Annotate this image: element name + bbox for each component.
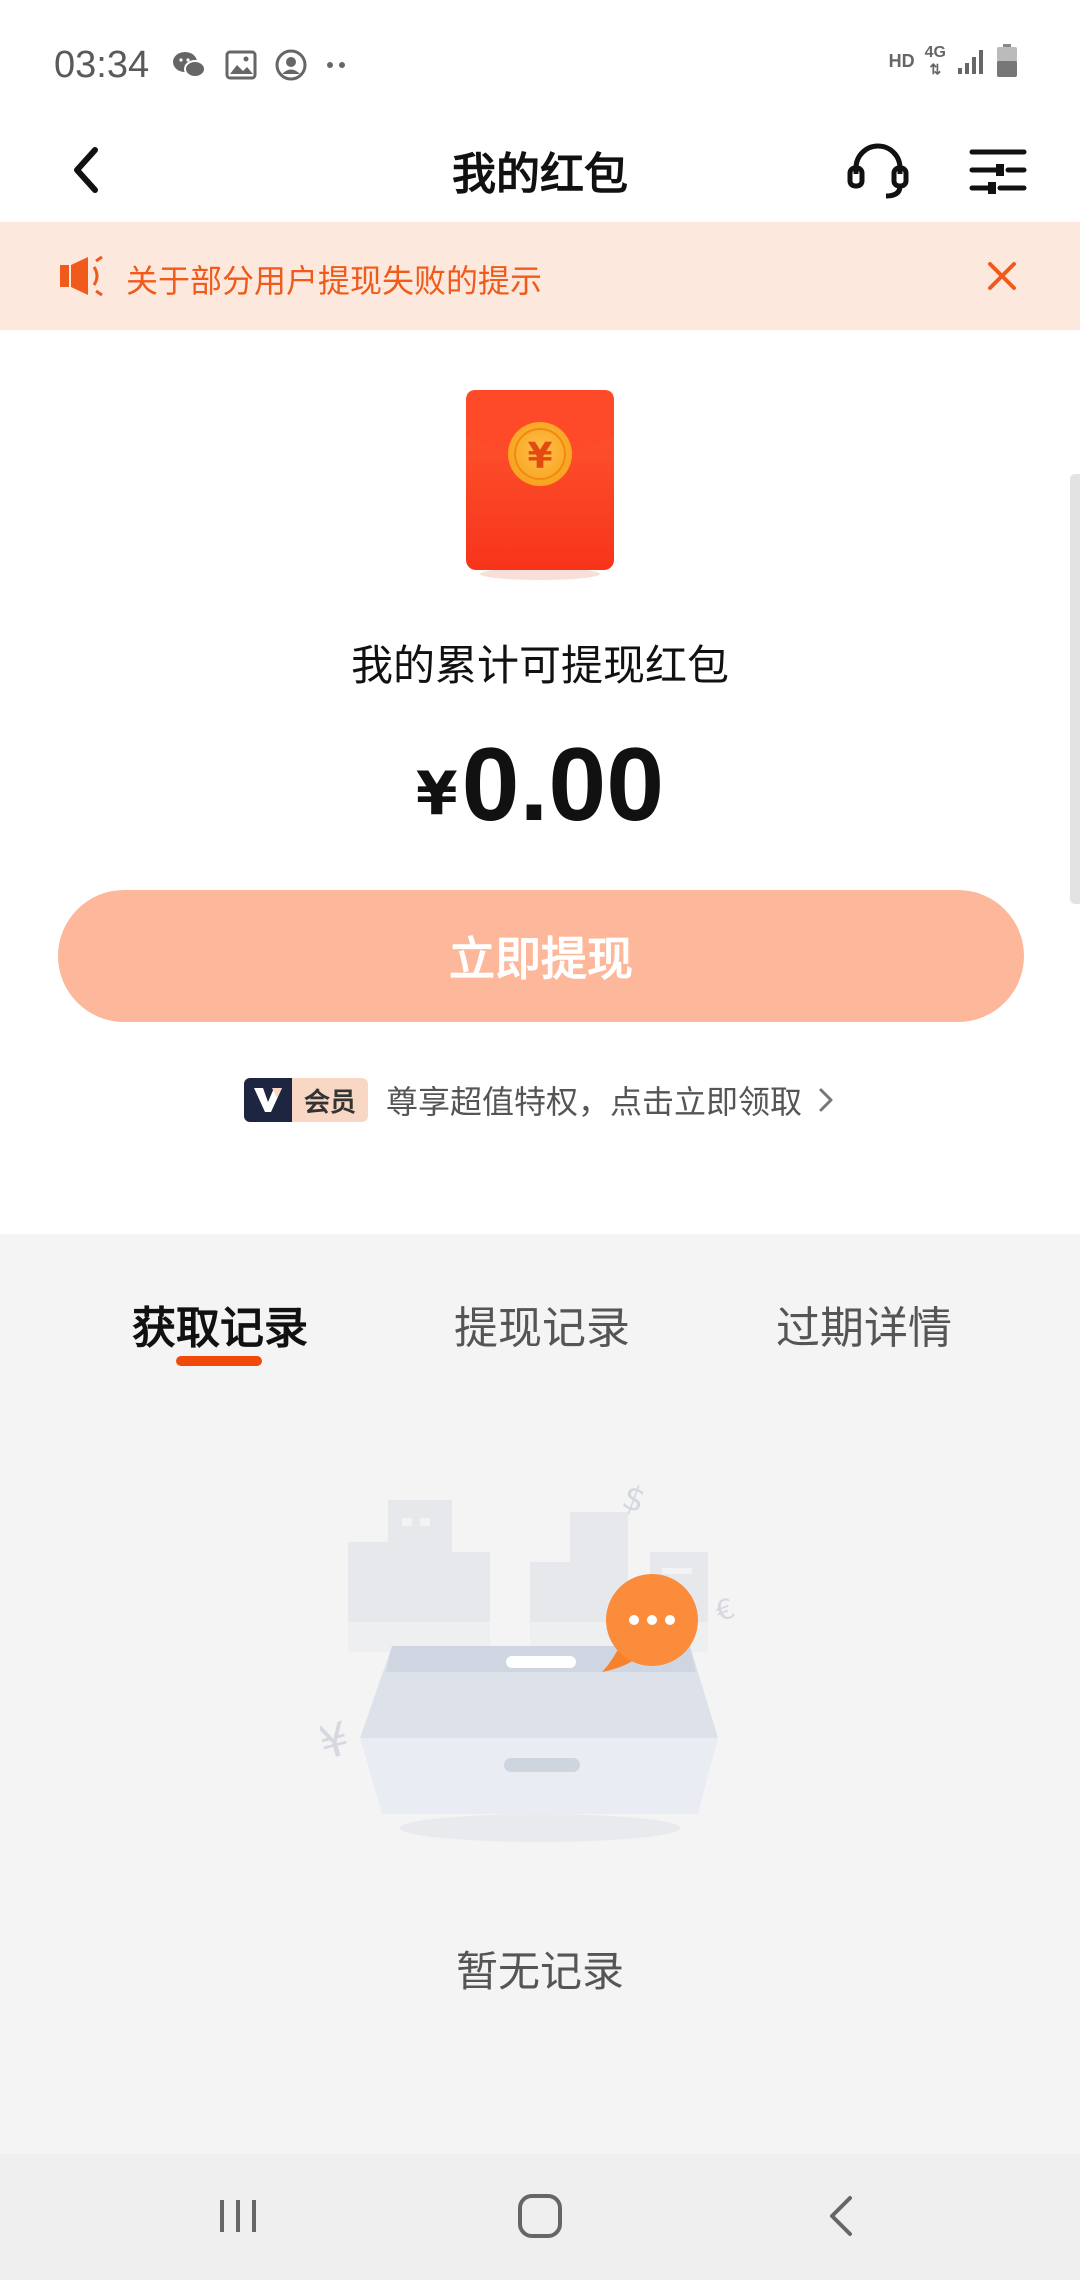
- speaker-icon: [60, 255, 103, 297]
- vip-logo-icon: [243, 1078, 292, 1122]
- home-icon[interactable]: [516, 2192, 564, 2240]
- network-type: 4G: [924, 44, 946, 61]
- recent-apps-icon[interactable]: [216, 2196, 260, 2236]
- currency-symbol: ¥: [415, 759, 458, 829]
- data-arrows-icon: ⇅: [929, 61, 942, 77]
- status-bar: 03:34 HD 4G ⇅: [0, 0, 1080, 130]
- withdrawable-amount: ¥0.00: [0, 726, 1080, 845]
- active-tab-indicator: [176, 1356, 262, 1366]
- empty-box-illustration: $ € ¥: [320, 1477, 760, 1842]
- tab-obtain-records[interactable]: 获取记录: [132, 1292, 308, 1356]
- sliders-icon: [969, 149, 1027, 194]
- vip-badge-label: 会员: [291, 1078, 368, 1122]
- scroll-indicator[interactable]: [1070, 474, 1080, 904]
- battery-icon: [997, 44, 1017, 77]
- more-notifications-icon: [327, 62, 346, 68]
- page-title: 我的红包: [452, 149, 628, 200]
- tab-withdraw-records[interactable]: 提现记录: [454, 1292, 630, 1356]
- tab-expired-details[interactable]: 过期详情: [776, 1292, 952, 1356]
- withdrawable-label: 我的累计可提现红包: [350, 641, 729, 690]
- status-right: HD 4G ⇅: [889, 44, 1018, 78]
- notice-banner[interactable]: 关于部分用户提现失败的提示: [0, 222, 1080, 330]
- signal-icon: [958, 50, 983, 74]
- records-section: 获取记录 提现记录 过期详情 $ € ¥ 暂无记录: [0, 1234, 1080, 2154]
- notice-text: 关于部分用户提现失败的提示: [126, 262, 543, 300]
- filter-settings-button[interactable]: [966, 138, 1030, 202]
- headset-icon: [847, 143, 909, 199]
- red-packet-icon: ¥: [466, 390, 614, 580]
- notification-icons: [171, 49, 347, 81]
- chevron-left-icon: [74, 147, 98, 193]
- hd-indicator: HD: [888, 50, 915, 71]
- status-time: 03:34: [54, 43, 150, 86]
- system-back-icon[interactable]: [822, 2192, 858, 2240]
- account-icon: [275, 49, 307, 81]
- close-notice-button[interactable]: [984, 258, 1020, 294]
- chevron-right-icon: [819, 1088, 833, 1112]
- network-indicator: 4G ⇅: [924, 44, 946, 78]
- vip-promo-text: 尊享超值特权，点击立即领取: [386, 1083, 803, 1121]
- svg-text:¥: ¥: [320, 1711, 355, 1771]
- svg-text:$: $: [617, 1477, 651, 1522]
- empty-state-text: 暂无记录: [455, 1947, 624, 1996]
- app-header: 我的红包: [0, 118, 1080, 222]
- customer-service-button[interactable]: [846, 138, 910, 202]
- svg-text:¥: ¥: [527, 436, 552, 477]
- withdraw-button[interactable]: 立即提现: [58, 890, 1024, 1022]
- system-navigation-bar: [0, 2154, 1080, 2280]
- close-icon: [988, 262, 1016, 290]
- vip-badge: 会员: [243, 1078, 368, 1122]
- wechat-icon: [173, 52, 207, 78]
- back-button[interactable]: [58, 142, 114, 198]
- gallery-icon: [225, 50, 257, 80]
- amount-value: 0.00: [461, 727, 665, 843]
- vip-promo-link[interactable]: 会员 尊享超值特权，点击立即领取: [0, 1076, 1080, 1124]
